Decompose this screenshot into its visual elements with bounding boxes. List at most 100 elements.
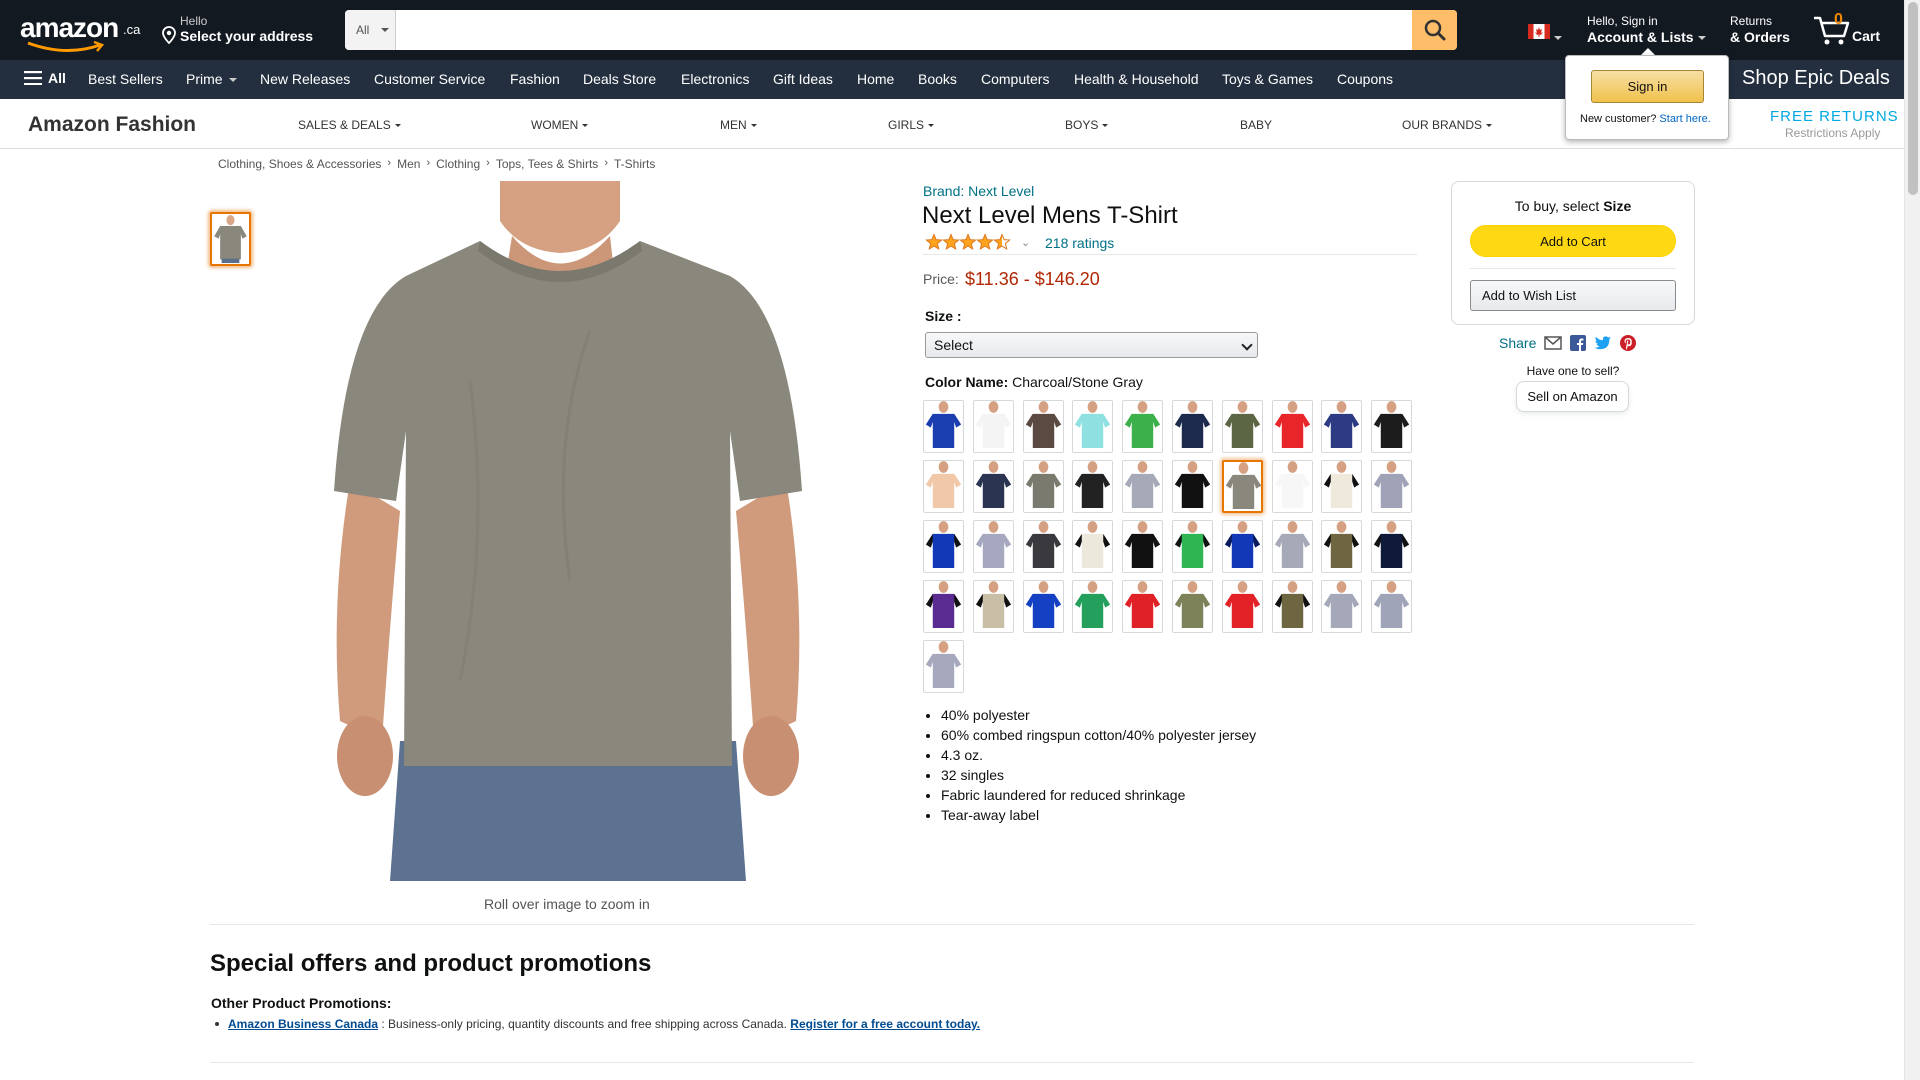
canada-flag-icon[interactable]	[1528, 24, 1550, 39]
search-category-dropdown[interactable]: All	[345, 10, 396, 50]
color-swatch[interactable]	[1022, 460, 1064, 513]
nav-toys-games[interactable]: Toys & Games	[1222, 71, 1313, 87]
search-button[interactable]	[1412, 10, 1457, 50]
color-swatch[interactable]	[1172, 580, 1213, 633]
color-swatch[interactable]	[972, 520, 1014, 573]
color-swatch[interactable]	[972, 580, 1014, 633]
size-dropdown[interactable]: Select	[925, 332, 1258, 358]
color-swatch[interactable]	[1122, 580, 1164, 633]
scrollbar-thumb[interactable]	[1908, 2, 1918, 195]
color-swatch[interactable]	[1271, 580, 1313, 633]
breadcrumb-item[interactable]: Clothing, Shoes & Accessories	[218, 157, 381, 171]
color-swatch[interactable]	[1122, 400, 1164, 453]
nav-health-household[interactable]: Health & Household	[1074, 71, 1199, 87]
page-scrollbar[interactable]	[1904, 0, 1920, 1080]
color-swatch[interactable]	[1271, 460, 1313, 513]
returns-orders[interactable]: Returns & Orders	[1730, 14, 1790, 46]
color-swatch[interactable]	[923, 460, 964, 513]
nav-prime[interactable]: Prime	[186, 71, 237, 87]
nav-home[interactable]: Home	[857, 71, 894, 87]
shop-epic-deals-banner[interactable]: Shop Epic Deals	[1742, 67, 1890, 90]
nav-electronics[interactable]: Electronics	[681, 71, 749, 87]
fashion-men[interactable]: MEN	[720, 118, 757, 132]
add-to-wish-list-button[interactable]: Add to Wish List	[1470, 280, 1676, 311]
color-swatch[interactable]	[1172, 400, 1213, 453]
account-lists[interactable]: Hello, Sign in Account & Lists	[1587, 14, 1706, 46]
color-swatch[interactable]	[1371, 400, 1413, 453]
twitter-icon[interactable]	[1594, 335, 1612, 351]
color-swatch[interactable]	[1172, 520, 1213, 573]
brand-link[interactable]: Brand: Next Level	[923, 183, 1034, 199]
add-to-cart-button[interactable]: Add to Cart	[1470, 225, 1676, 257]
color-swatch[interactable]	[1072, 400, 1114, 453]
color-swatch[interactable]	[923, 520, 964, 573]
color-swatch[interactable]	[923, 580, 964, 633]
color-swatch[interactable]	[972, 460, 1014, 513]
color-swatch[interactable]	[1271, 400, 1313, 453]
color-swatch[interactable]	[1172, 460, 1213, 513]
free-returns-banner[interactable]: FREE RETURNS	[1770, 108, 1899, 125]
breadcrumb-item[interactable]: Clothing	[436, 157, 480, 171]
start-here-link[interactable]: Start here.	[1659, 113, 1710, 125]
amazon-fashion-logo[interactable]: Amazon Fashion	[28, 113, 196, 137]
fashion-boys[interactable]: BOYS	[1065, 118, 1109, 132]
nav-books[interactable]: Books	[918, 71, 957, 87]
color-swatch[interactable]	[972, 400, 1014, 453]
color-swatch[interactable]	[1022, 520, 1064, 573]
product-main-image[interactable]	[290, 181, 846, 881]
nav-computers[interactable]: Computers	[981, 71, 1049, 87]
register-link[interactable]: Register for a free account today.	[790, 1017, 980, 1031]
color-swatch[interactable]	[1321, 520, 1363, 573]
sell-on-amazon-button[interactable]: Sell on Amazon	[1516, 381, 1629, 412]
facebook-icon[interactable]	[1570, 335, 1587, 351]
breadcrumb-item[interactable]: T-Shirts	[614, 157, 655, 171]
star-rating[interactable]: ⌄	[925, 233, 1030, 251]
color-swatch[interactable]	[1321, 460, 1363, 513]
deliver-to[interactable]: Hello Select your address	[160, 14, 320, 44]
email-icon[interactable]	[1544, 336, 1563, 350]
image-thumbnail[interactable]	[210, 212, 251, 266]
color-swatch[interactable]	[1072, 520, 1114, 573]
color-swatch[interactable]	[1122, 460, 1164, 513]
nav-fashion[interactable]: Fashion	[510, 71, 560, 87]
fashion-sales-deals[interactable]: SALES & DEALS	[298, 118, 401, 132]
nav-gift-ideas[interactable]: Gift Ideas	[773, 71, 833, 87]
color-swatch[interactable]	[1221, 460, 1263, 513]
fashion-our-brands[interactable]: OUR BRANDS	[1402, 118, 1493, 132]
color-swatch[interactable]	[1221, 400, 1263, 453]
color-swatch[interactable]	[1371, 520, 1413, 573]
color-swatch[interactable]	[1371, 460, 1413, 513]
nav-customer-service[interactable]: Customer Service	[374, 71, 485, 87]
signin-button[interactable]: Sign in	[1591, 70, 1704, 103]
nav-deals-store[interactable]: Deals Store	[583, 71, 656, 87]
color-swatch[interactable]	[1072, 580, 1114, 633]
color-swatch[interactable]	[1122, 520, 1164, 573]
color-swatch[interactable]	[1022, 580, 1064, 633]
color-swatch[interactable]	[1321, 400, 1363, 453]
nav-best-sellers[interactable]: Best Sellers	[88, 71, 163, 87]
amazon-logo[interactable]: amazon .ca	[20, 14, 140, 53]
search-input[interactable]	[396, 10, 1412, 50]
color-swatch[interactable]	[923, 640, 964, 693]
color-swatch[interactable]	[1271, 520, 1313, 573]
nav-new-releases[interactable]: New Releases	[260, 71, 350, 87]
account-greeting: Hello, Sign in	[1587, 14, 1658, 28]
color-swatch[interactable]	[1221, 580, 1263, 633]
breadcrumb-item[interactable]: Tops, Tees & Shirts	[496, 157, 599, 171]
cart-button[interactable]: 0 Cart	[1812, 10, 1892, 50]
color-swatch[interactable]	[1221, 520, 1263, 573]
color-swatch[interactable]	[923, 400, 964, 453]
breadcrumb-item[interactable]: Men	[397, 157, 420, 171]
fashion-baby[interactable]: BABY	[1240, 118, 1272, 132]
ratings-count-link[interactable]: 218 ratings	[1045, 235, 1114, 251]
color-swatch[interactable]	[1022, 400, 1064, 453]
color-swatch[interactable]	[1072, 460, 1114, 513]
fashion-girls[interactable]: GIRLS	[888, 118, 935, 132]
nav-coupons[interactable]: Coupons	[1337, 71, 1393, 87]
color-swatch[interactable]	[1371, 580, 1413, 633]
pinterest-icon[interactable]	[1620, 335, 1637, 351]
all-menu-button[interactable]: All	[24, 70, 66, 86]
amazon-business-link[interactable]: Amazon Business Canada	[228, 1017, 378, 1031]
color-swatch[interactable]	[1321, 580, 1363, 633]
fashion-women[interactable]: WOMEN	[531, 118, 589, 132]
